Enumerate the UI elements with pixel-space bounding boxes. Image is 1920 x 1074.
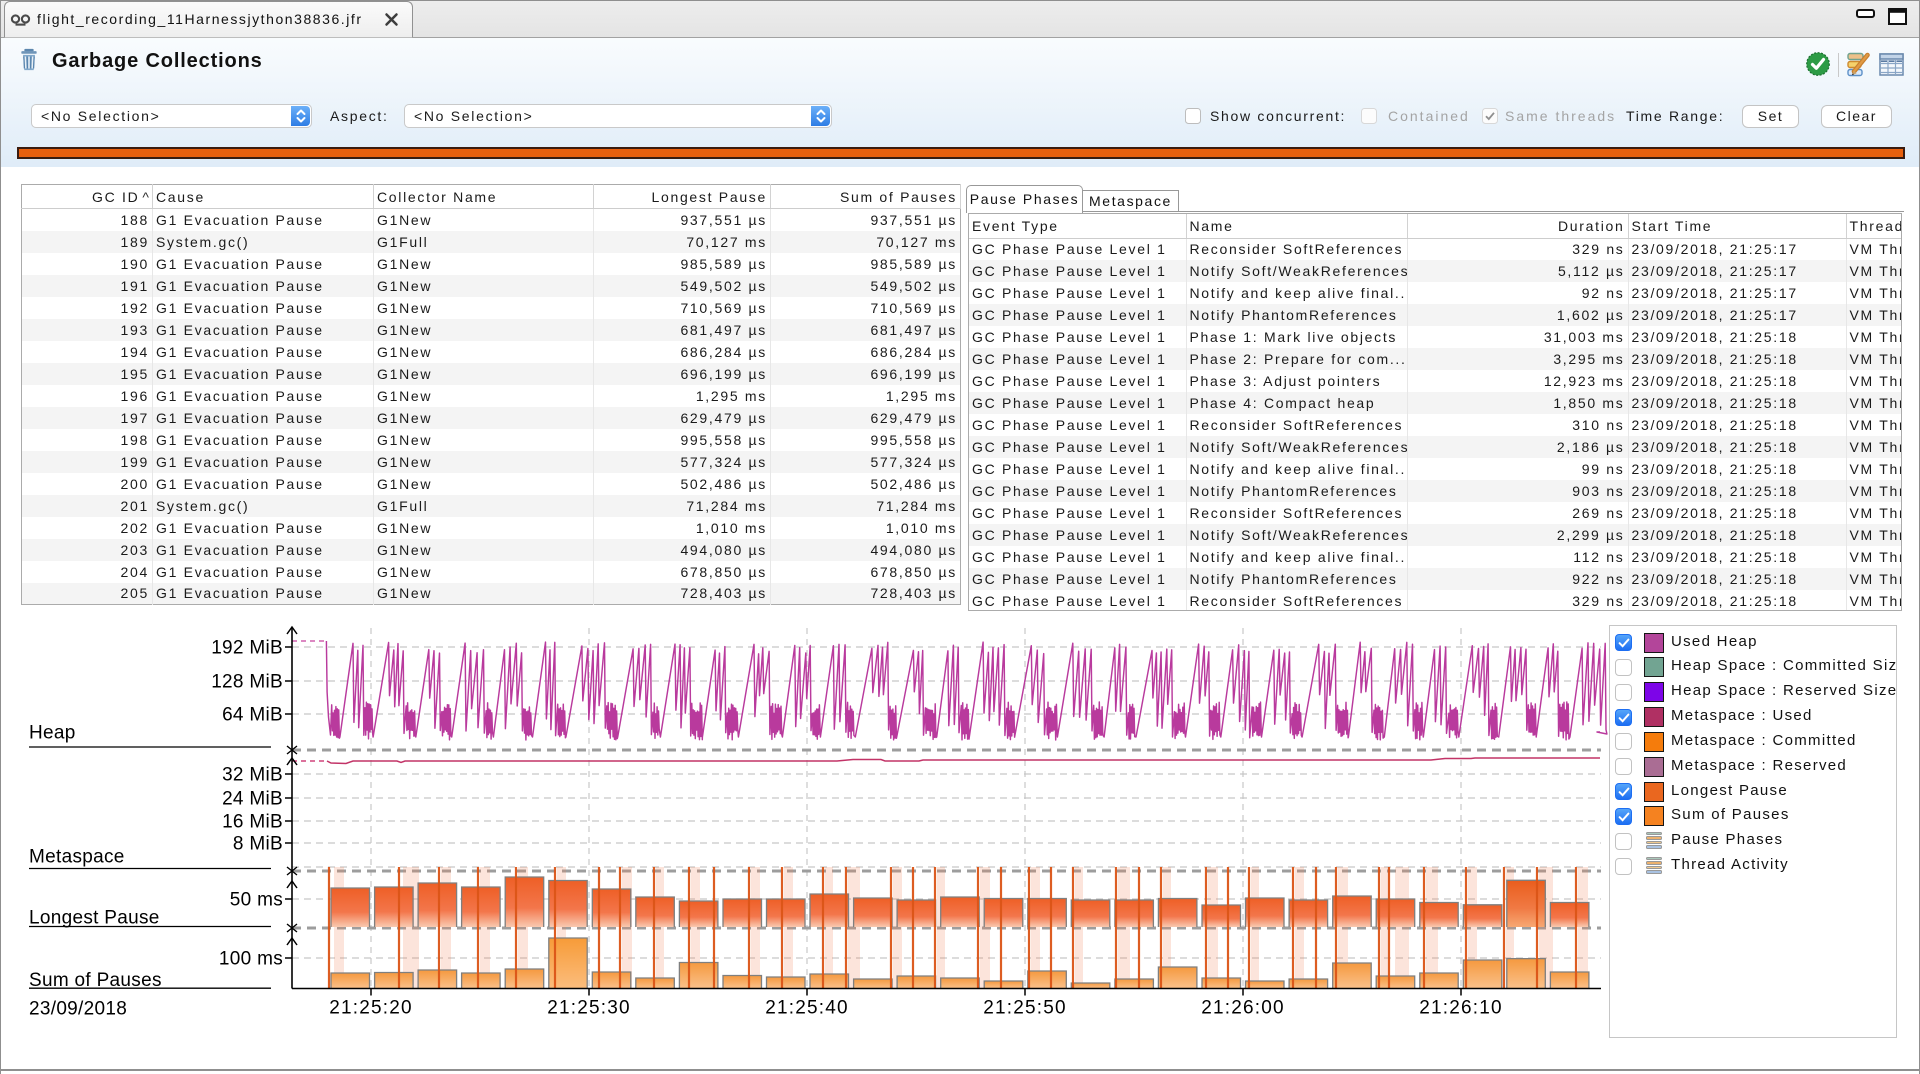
svg-text:Longest Pause: Longest Pause <box>29 908 160 929</box>
svg-text:21:25:20: 21:25:20 <box>329 998 413 1019</box>
svg-text:8 MiB: 8 MiB <box>233 834 283 855</box>
svg-text:192 MiB: 192 MiB <box>211 638 283 659</box>
svg-text:23/09/2018: 23/09/2018 <box>29 999 127 1020</box>
svg-text:128 MiB: 128 MiB <box>211 672 283 693</box>
svg-text:21:26:10: 21:26:10 <box>1419 998 1503 1019</box>
svg-text:21:25:50: 21:25:50 <box>983 998 1067 1019</box>
svg-text:21:25:30: 21:25:30 <box>547 998 631 1019</box>
svg-text:Heap: Heap <box>29 723 76 744</box>
svg-text:32 MiB: 32 MiB <box>222 765 283 786</box>
svg-text:100 ms: 100 ms <box>219 949 283 970</box>
svg-text:16 MiB: 16 MiB <box>222 812 283 833</box>
svg-text:Metaspace: Metaspace <box>29 847 125 868</box>
svg-text:50 ms: 50 ms <box>230 890 283 911</box>
svg-text:21:26:00: 21:26:00 <box>1201 998 1285 1019</box>
svg-text:24 MiB: 24 MiB <box>222 789 283 810</box>
svg-text:64 MiB: 64 MiB <box>222 705 283 726</box>
svg-text:21:25:40: 21:25:40 <box>765 998 849 1019</box>
